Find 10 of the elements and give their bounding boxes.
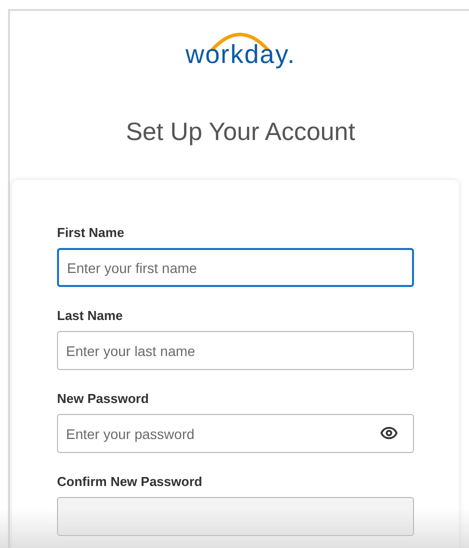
show-password-icon[interactable] (380, 424, 398, 442)
field-label: Confirm New Password (57, 475, 204, 488)
input-field[interactable]: Enter your first name (57, 248, 414, 287)
field-label: Last Name (57, 309, 124, 322)
input-field[interactable]: Enter your last name (57, 331, 414, 370)
workday-logo: workday. (185, 29, 296, 67)
page-title: Set Up Your Account (126, 120, 356, 145)
field-label: New Password (57, 392, 150, 405)
password-field[interactable]: Enter your password (57, 414, 414, 453)
field-label: First Name (57, 226, 126, 239)
